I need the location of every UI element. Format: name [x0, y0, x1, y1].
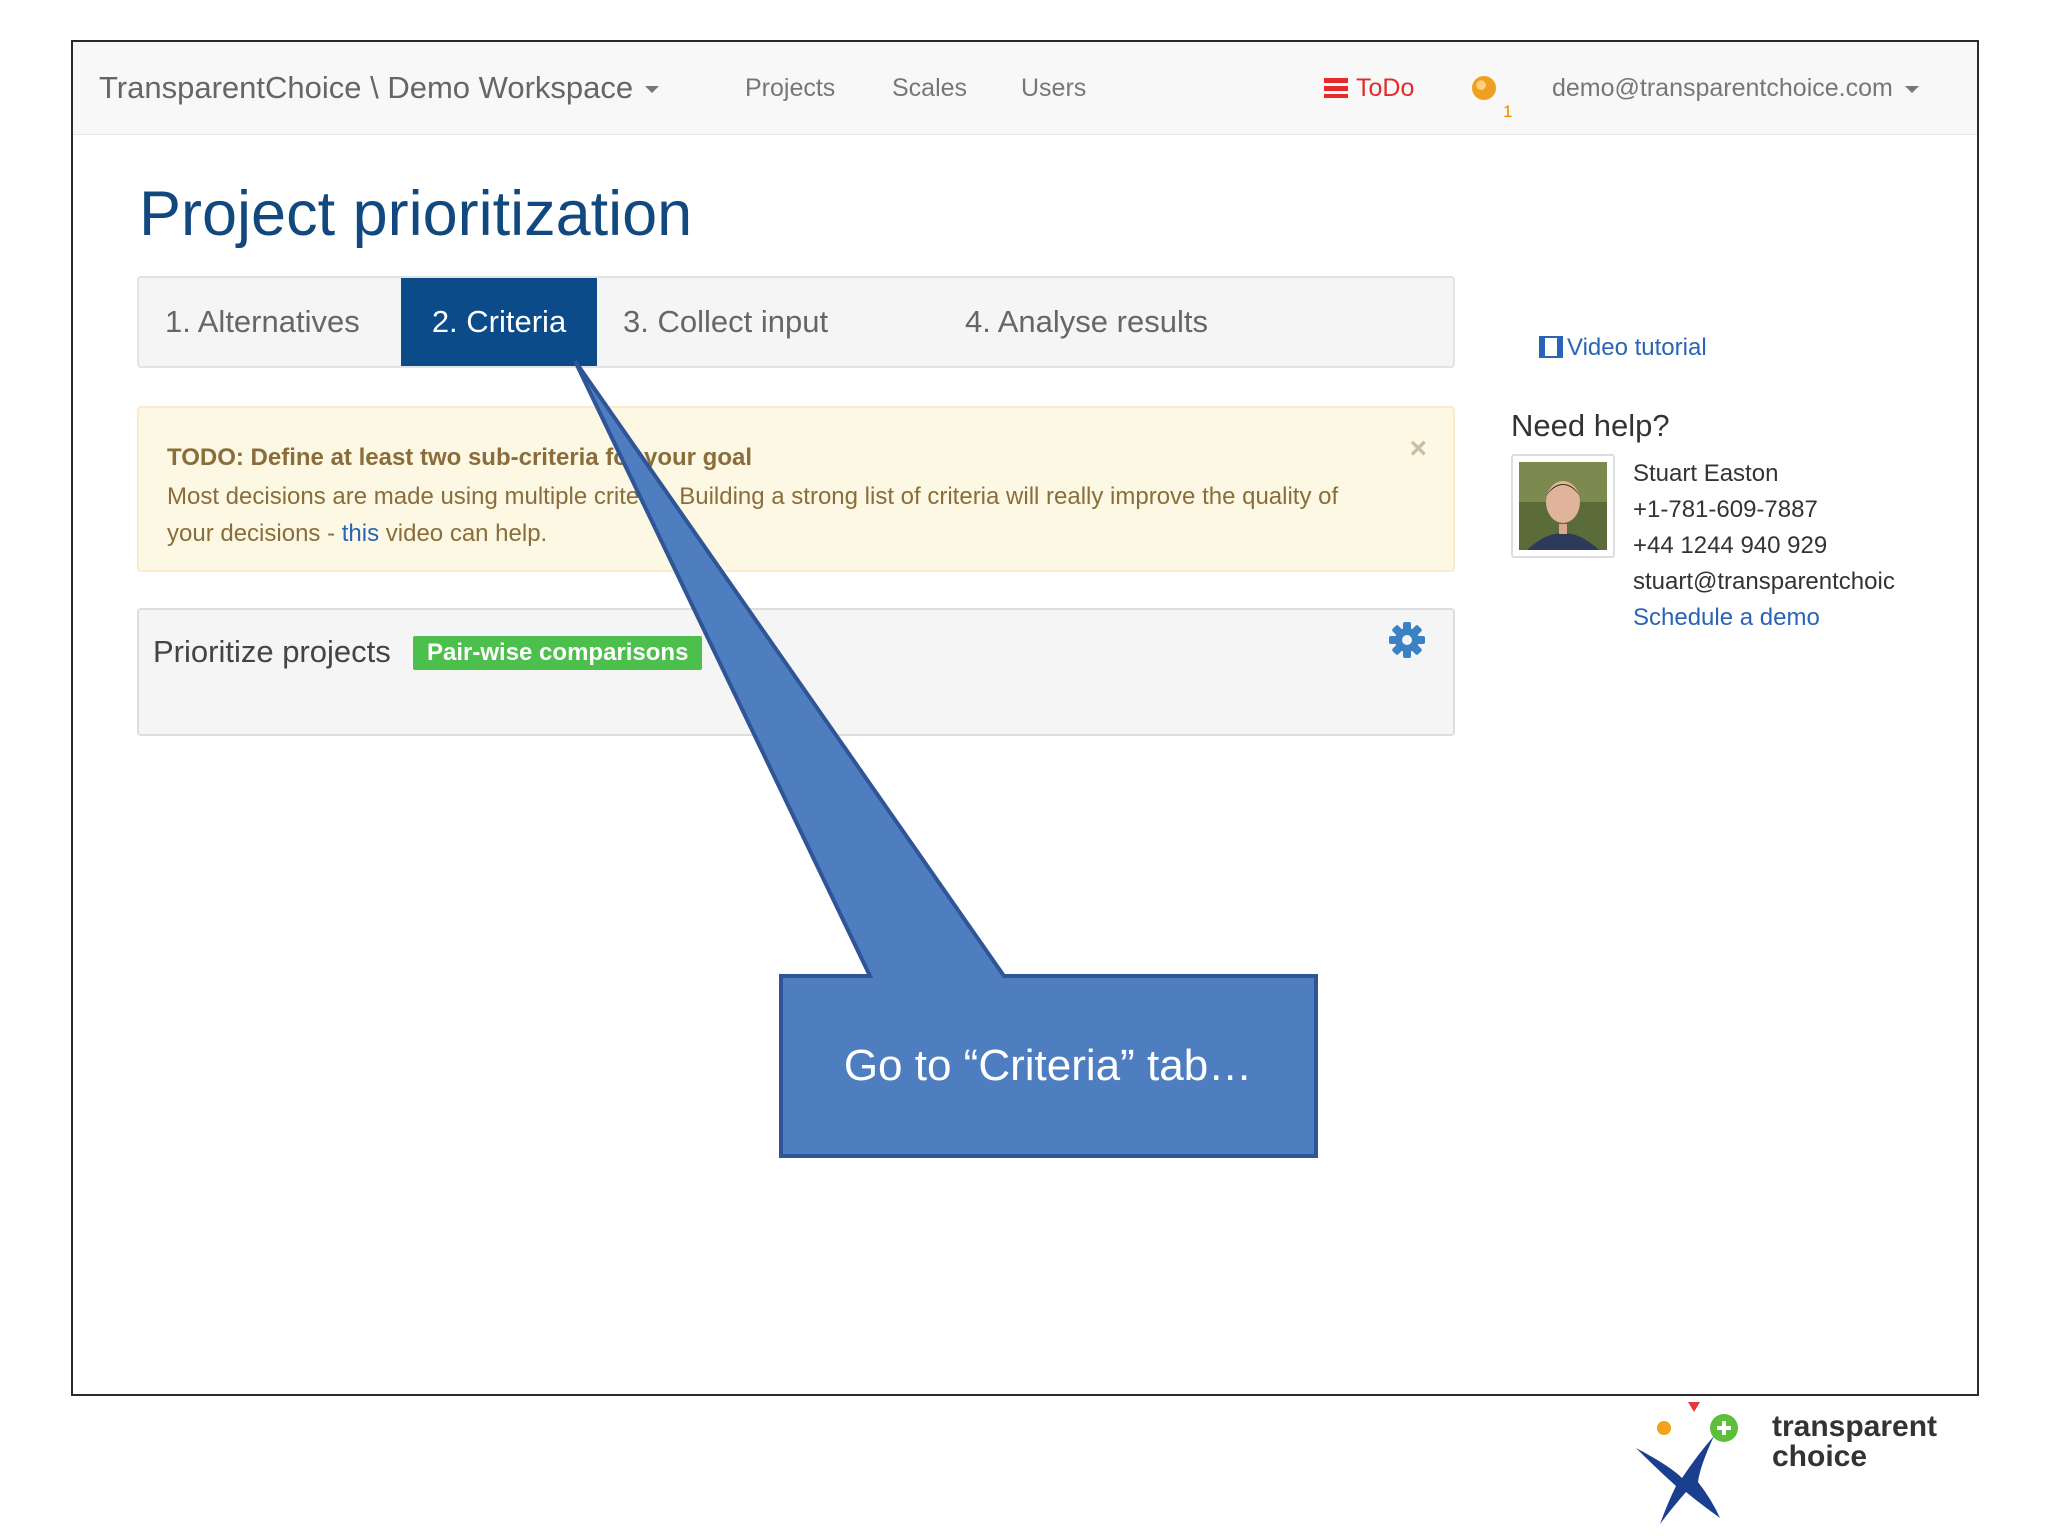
goal-title: Prioritize projects	[153, 634, 391, 669]
caret-down-icon	[1904, 85, 1919, 93]
todo-alert: TODO: Define at least two sub-criteria f…	[137, 406, 1455, 572]
callout-text: Go to “Criteria” tab…	[843, 1041, 1253, 1090]
alert-text-end: video can help.	[379, 520, 548, 547]
logo-line-1: transparent	[1772, 1410, 1938, 1443]
film-icon	[1539, 336, 1563, 358]
contact-phone-us: +1-781-609-7887	[1633, 496, 1818, 523]
help-heading: Need help?	[1511, 408, 1670, 443]
caret-down-icon	[645, 86, 660, 94]
logo-wordmark: transparent choice	[1772, 1412, 1937, 1472]
workspace-name: TransparentChoice \ Demo Workspace	[99, 70, 634, 105]
app-window: TransparentChoice \ Demo Workspace Proje…	[71, 40, 1979, 1396]
tab-collect-input[interactable]: 3. Collect input	[623, 278, 828, 366]
close-icon[interactable]: ×	[1409, 432, 1427, 466]
video-tutorial-label: Video tutorial	[1567, 334, 1707, 361]
nav-users-link[interactable]: Users	[1021, 42, 1086, 134]
contact-phone-uk: +44 1244 940 929	[1633, 532, 1828, 559]
todo-list-icon	[1324, 78, 1348, 98]
todo-label: ToDo	[1356, 74, 1415, 102]
tab-criteria[interactable]: 2. Criteria	[401, 278, 597, 366]
contact-photo	[1519, 462, 1607, 550]
todo-link[interactable]: ToDo	[1324, 42, 1414, 134]
page-title: Project prioritization	[139, 179, 693, 249]
schedule-demo-link[interactable]: Schedule a demo	[1633, 604, 1820, 632]
logo-line-2: choice	[1772, 1440, 1868, 1473]
tab-alternatives[interactable]: 1. Alternatives	[165, 278, 360, 366]
contact-email: stuart@transparentchoic	[1633, 568, 1895, 595]
user-menu[interactable]: demo@transparentchoice.com	[1552, 42, 1919, 134]
workspace-switcher[interactable]: TransparentChoice \ Demo Workspace	[99, 42, 660, 134]
nav-projects-link[interactable]: Projects	[745, 42, 835, 134]
workflow-tabs: 1. Alternatives 2. Criteria 3. Collect i…	[137, 276, 1455, 368]
gear-icon[interactable]	[1383, 616, 1431, 664]
transparent-choice-logo-icon	[1636, 1402, 1738, 1524]
contact-name: Stuart Easton	[1633, 460, 1779, 487]
alert-video-link[interactable]: this	[342, 520, 379, 547]
avatar	[1511, 454, 1615, 558]
notifications-button[interactable]	[1472, 42, 1496, 134]
globe-icon	[1472, 75, 1496, 100]
alert-title: TODO: Define at least two sub-criteria f…	[167, 444, 752, 471]
goal-panel: Prioritize projects Pair-wise comparison…	[137, 608, 1455, 736]
video-tutorial-link[interactable]: Video tutorial	[1539, 334, 1707, 362]
user-email: demo@transparentchoice.com	[1552, 74, 1893, 102]
nav-scales-link[interactable]: Scales	[892, 42, 967, 134]
top-navbar: TransparentChoice \ Demo Workspace Proje…	[73, 42, 1977, 135]
notification-count: 1	[1503, 102, 1513, 121]
tab-analyse-results[interactable]: 4. Analyse results	[965, 278, 1208, 366]
alert-body: Most decisions are made using multiple c…	[167, 478, 1367, 552]
method-badge: Pair-wise comparisons	[413, 636, 703, 670]
